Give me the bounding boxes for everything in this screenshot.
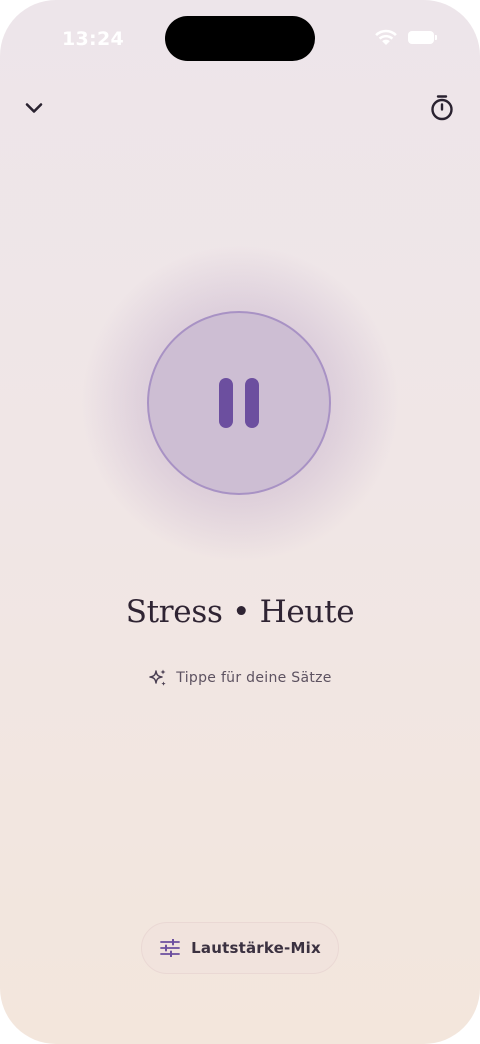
battery-icon bbox=[408, 31, 437, 44]
sliders-icon bbox=[160, 939, 181, 957]
volume-mix-button[interactable]: Lautstärke-Mix bbox=[141, 922, 339, 974]
pause-icon bbox=[219, 378, 233, 428]
dynamic-island bbox=[165, 16, 315, 61]
collapse-button[interactable] bbox=[18, 92, 50, 124]
player-screen: 13:24 Stress • Heute Tippe für deine Sät… bbox=[0, 0, 480, 1044]
status-time: 13:24 bbox=[62, 28, 124, 50]
chevron-down-icon bbox=[25, 103, 43, 113]
wifi-icon bbox=[375, 29, 397, 45]
pause-icon-bar bbox=[245, 378, 259, 428]
sparkles-icon bbox=[149, 669, 166, 686]
pause-button[interactable] bbox=[147, 311, 331, 495]
session-title: Stress • Heute bbox=[125, 594, 355, 630]
sleep-timer-button[interactable] bbox=[426, 92, 458, 124]
volume-mix-label: Lautstärke-Mix bbox=[191, 939, 321, 957]
sentences-hint[interactable]: Tippe für deine Sätze bbox=[0, 668, 480, 688]
hint-text: Tippe für deine Sätze bbox=[176, 670, 332, 686]
stopwatch-icon bbox=[431, 95, 453, 121]
status-bar: 13:24 bbox=[0, 0, 480, 80]
